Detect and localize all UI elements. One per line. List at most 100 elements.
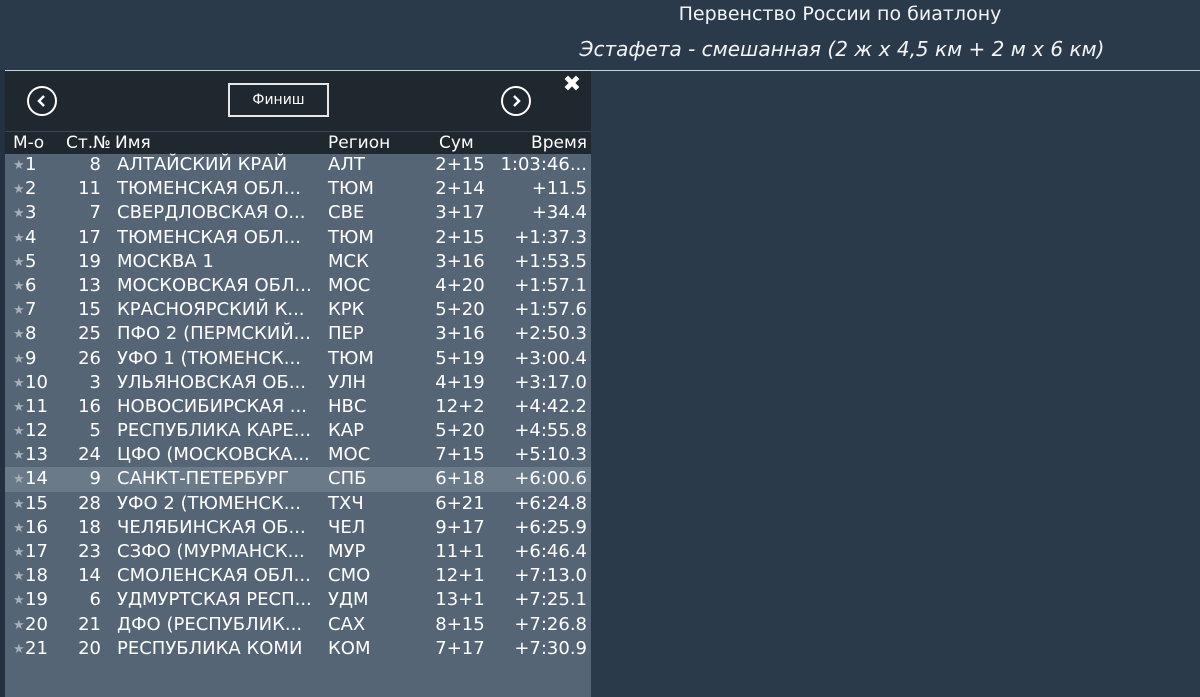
cell-name: ПФО 2 (ПЕРМСКИЙ... (117, 323, 311, 345)
favorite-star-icon[interactable]: ★ (13, 275, 25, 299)
cell-place: 6 (25, 274, 37, 296)
favorite-star-icon[interactable]: ★ (13, 420, 25, 444)
cell-bib: 23 (78, 541, 101, 562)
cell-time: +1:57.6 (514, 299, 587, 321)
table-row[interactable]: ★ 5 19 МОСКВА 1 МСК 3+16 +1:53.5 (5, 250, 591, 274)
table-row[interactable]: ★ 18 14 СМОЛЕНСКАЯ ОБЛ... СМО 12+1 +7:13.0 (5, 564, 591, 588)
cell-region: ПЕР (328, 323, 364, 345)
table-row[interactable]: ★ 19 6 УДМУРТСКАЯ РЕСП... УДМ 13+1 +7:25.1 (5, 588, 591, 612)
cell-bib: 20 (78, 637, 101, 659)
cell-bib: 17 (78, 226, 101, 248)
col-header-time[interactable]: Время (531, 133, 587, 153)
table-row[interactable]: ★ 3 7 СВЕРДЛОВСКАЯ О... СВЕ 3+17 +34.4 (5, 201, 591, 225)
table-row[interactable]: ★ 16 18 ЧЕЛЯБИНСКАЯ ОБ... ЧЕЛ 9+17 +6:25.9 (5, 516, 591, 540)
cell-name: РЕСПУБЛИКА КОМИ (117, 637, 303, 659)
cell-bib: 5 (89, 420, 101, 442)
cell-sum: 5+19 (435, 347, 485, 369)
col-header-sum[interactable]: Сум (439, 133, 474, 153)
cell-bib: 16 (78, 395, 101, 417)
cell-time: +2:50.3 (514, 323, 587, 345)
favorite-star-icon[interactable]: ★ (13, 444, 25, 468)
table-row[interactable]: ★ 10 3 УЛЬЯНОВСКАЯ ОБ... УЛН 4+19 +3:17.0 (5, 371, 591, 395)
table-row[interactable]: ★ 14 9 САНКТ-ПЕТЕРБУРГ СПБ 6+18 +6:00.6 (5, 467, 591, 492)
table-row[interactable]: ★ 12 5 РЕСПУБЛИКА КАРЕ... КАР 5+20 +4:55.8 (5, 419, 591, 443)
favorite-star-icon[interactable]: ★ (13, 227, 25, 251)
col-header-place[interactable]: М-о (13, 133, 44, 153)
table-row[interactable]: ★ 20 21 ДФО (РЕСПУБЛИК... САХ 8+15 +7:26.8 (5, 613, 591, 637)
favorite-star-icon[interactable]: ★ (13, 202, 25, 226)
cell-region: МОС (328, 444, 371, 466)
col-header-region[interactable]: Регион (328, 133, 390, 153)
cell-time: 1:03:46... (500, 154, 587, 175)
favorite-star-icon[interactable]: ★ (13, 178, 25, 202)
cell-time: +6:46.4 (514, 541, 587, 562)
favorite-star-icon[interactable]: ★ (13, 541, 25, 565)
cell-bib: 7 (89, 202, 101, 224)
cell-time: +34.4 (531, 202, 587, 224)
cell-time: +6:00.6 (514, 468, 587, 490)
cell-region: МОС (328, 274, 371, 296)
cell-time: +1:57.1 (514, 274, 587, 296)
cell-region: УЛН (328, 371, 367, 393)
favorite-star-icon[interactable]: ★ (13, 348, 25, 372)
next-button[interactable] (501, 86, 531, 116)
cell-region: НВС (328, 395, 367, 417)
cell-time: +1:37.3 (514, 226, 587, 248)
table-row[interactable]: ★ 6 13 МОСКОВСКАЯ ОБЛ... МОС 4+20 +1:57.1 (5, 274, 591, 298)
favorite-star-icon[interactable]: ★ (13, 323, 25, 347)
cell-time: +11.5 (531, 178, 587, 200)
table-row[interactable]: ★ 8 25 ПФО 2 (ПЕРМСКИЙ... ПЕР 3+16 +2:50.3 (5, 322, 591, 346)
cell-place: 7 (25, 299, 37, 321)
cell-name: УФО 1 (ТЮМЕНСК... (117, 347, 301, 369)
favorite-star-icon[interactable]: ★ (13, 372, 25, 396)
table-row[interactable]: ★ 17 23 СЗФО (МУРМАНСК... МУР 11+1 +6:46.4 (5, 540, 591, 564)
table-row[interactable]: ★ 7 15 КРАСНОЯРСКИЙ К... КРК 5+20 +1:57.6 (5, 298, 591, 322)
cell-time: +3:00.4 (514, 347, 587, 369)
cell-place: 8 (25, 323, 37, 345)
table-row[interactable]: ★ 4 17 ТЮМЕНСКАЯ ОБЛ... ТЮМ 2+15 +1:37.3 (5, 226, 591, 250)
chevron-right-icon (513, 95, 521, 107)
table-row[interactable]: ★ 13 24 ЦФО (МОСКОВСКА... МОС 7+15 +5:10.3 (5, 443, 591, 467)
col-header-bib[interactable]: Ст.№ (66, 133, 114, 153)
cell-region: МУР (328, 541, 366, 562)
cell-name: СВЕРДЛОВСКАЯ О... (117, 202, 306, 224)
favorite-star-icon[interactable]: ★ (13, 251, 25, 275)
cell-name: МОСКОВСКАЯ ОБЛ... (117, 274, 312, 296)
favorite-star-icon[interactable]: ★ (13, 638, 25, 662)
favorite-star-icon[interactable]: ★ (13, 154, 25, 178)
table-row[interactable]: ★ 9 26 УФО 1 (ТЮМЕНСК... ТЮМ 5+19 +3:00.4 (5, 347, 591, 371)
cell-bib: 26 (78, 347, 101, 369)
favorite-star-icon[interactable]: ★ (13, 565, 25, 589)
col-header-name[interactable]: Имя (115, 133, 151, 153)
cell-name: СЗФО (МУРМАНСК... (117, 541, 305, 562)
cell-time: +6:25.9 (514, 516, 587, 538)
cell-sum: 2+15 (435, 226, 485, 248)
favorite-star-icon[interactable]: ★ (13, 299, 25, 323)
finish-button[interactable]: Финиш (228, 83, 329, 117)
table-row[interactable]: ★ 11 16 НОВОСИБИРСКАЯ ... НВС 12+2 +4:42.2 (5, 395, 591, 419)
cell-time: +4:55.8 (514, 420, 587, 442)
table-header: М-о Ст.№ Имя Регион Сум Время (5, 131, 591, 154)
close-button[interactable]: ✖ (562, 73, 582, 97)
table-row[interactable]: ★ 2 11 ТЮМЕНСКАЯ ОБЛ... ТЮМ 2+14 +11.5 (5, 177, 591, 201)
cell-place: 15 (25, 492, 48, 514)
cell-bib: 25 (78, 323, 101, 345)
cell-region: МСК (328, 250, 369, 272)
favorite-star-icon[interactable]: ★ (13, 468, 25, 492)
chevron-left-icon (37, 95, 45, 107)
favorite-star-icon[interactable]: ★ (13, 589, 25, 613)
table-row[interactable]: ★ 15 28 УФО 2 (ТЮМЕНСК... ТХЧ 6+21 +6:24.8 (5, 492, 591, 516)
favorite-star-icon[interactable]: ★ (13, 493, 25, 517)
cell-bib: 11 (78, 178, 101, 200)
favorite-star-icon[interactable]: ★ (13, 396, 25, 420)
cell-place: 18 (25, 565, 48, 587)
cell-region: СВЕ (328, 202, 365, 224)
favorite-star-icon[interactable]: ★ (13, 517, 25, 541)
cell-place: 4 (25, 226, 37, 248)
prev-button[interactable] (27, 86, 57, 116)
cell-place: 20 (25, 613, 48, 635)
favorite-star-icon[interactable]: ★ (13, 614, 25, 638)
table-row[interactable]: ★ 21 20 РЕСПУБЛИКА КОМИ КОМ 7+17 +7:30.9 (5, 637, 591, 661)
table-row[interactable]: ★ 1 8 АЛТАЙСКИЙ КРАЙ АЛТ 2+15 1:03:46... (5, 153, 591, 177)
cell-sum: 11+1 (435, 541, 485, 562)
